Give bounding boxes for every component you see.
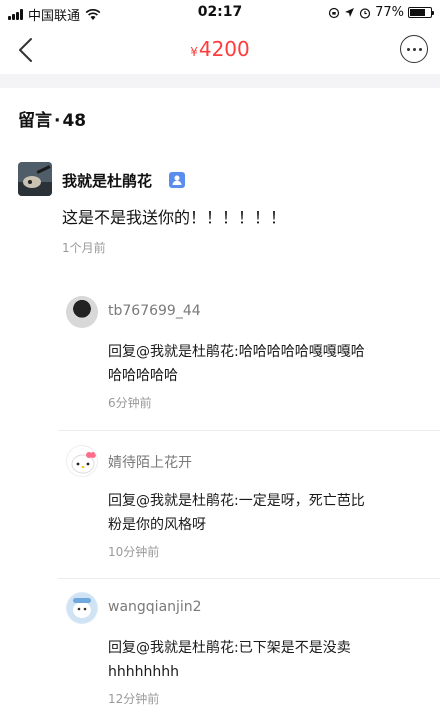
reply-text-line: 回复@我就是杜鹃花:已下架是不是没卖 [108,640,351,656]
avatar[interactable] [18,162,52,196]
reply-text-line: 粉是你的风格呀 [108,517,206,533]
comments-separator: · [54,111,61,131]
item-price: ¥4200 [0,37,440,61]
location-icon [345,8,355,17]
battery-icon [408,7,434,18]
reply-text: 回复@我就是杜鹃花:哈哈哈哈哈嘎嘎嘎哈 哈哈哈哈哈 [108,340,430,388]
reply-text-line: 哈哈哈哈哈 [108,368,178,384]
reply-author[interactable]: wangqianjin2 [108,599,202,615]
verified-icon [169,172,185,188]
reply-item: 婧待陌上花开 回复@我就是杜鹃花:一定是呀，死亡芭比 粉是你的风格呀 10分钟前 [58,445,440,575]
battery-fill [410,9,426,16]
reply-time: 10分钟前 [108,545,160,559]
avatar[interactable] [66,592,98,624]
kitty-avatar-icon [71,452,96,474]
comments-header: 留言 · 48 [18,106,86,131]
reply-author[interactable]: 婧待陌上花开 [108,452,192,472]
comment-text: 这是不是我送你的！！！！！！ [62,208,287,227]
reply-time: 12分钟前 [108,692,160,706]
comment-author[interactable]: 我就是杜鹃花 [62,170,152,191]
avatar[interactable] [66,445,98,477]
avatar[interactable] [66,296,98,328]
reply-item: wangqianjin2 回复@我就是杜鹃花:已下架是不是没卖 hhhhhhhh… [58,592,440,722]
more-icon[interactable] [400,35,428,63]
reply-author[interactable]: tb767699_44 [108,303,201,319]
comments-count: 48 [62,111,87,131]
status-right: 77% [328,5,434,20]
nav-bar: ¥4200 [0,26,440,74]
section-divider [0,74,440,88]
comment-time: 1个月前 [62,241,106,255]
cartoon-avatar-icon [67,593,97,623]
reply-text-line: hhhhhhhh [108,664,179,680]
reply-text-line: 回复@我就是杜鹃花:一定是呀，死亡芭比 [108,493,365,509]
comments-label: 留言 [18,111,52,131]
guitar-photo-icon [18,162,52,196]
price-value: 4200 [198,37,250,61]
rotation-lock-icon [328,7,340,18]
reply-time: 6分钟前 [108,396,152,410]
reply-text: 回复@我就是杜鹃花:一定是呀，死亡芭比 粉是你的风格呀 [108,489,430,537]
alarm-icon [359,7,371,19]
battery-percent: 77% [375,5,404,20]
reply-text: 回复@我就是杜鹃花:已下架是不是没卖 hhhhhhhh [108,636,430,684]
divider [58,578,440,579]
divider [58,430,440,431]
currency-symbol: ¥ [190,45,198,59]
reply-item: tb767699_44 回复@我就是杜鹃花:哈哈哈哈哈嘎嘎嘎哈 哈哈哈哈哈 6分… [58,296,440,426]
reply-text-line: 回复@我就是杜鹃花:哈哈哈哈哈嘎嘎嘎哈 [108,344,365,360]
status-bar: 中国联通 02:17 77% [0,0,440,26]
